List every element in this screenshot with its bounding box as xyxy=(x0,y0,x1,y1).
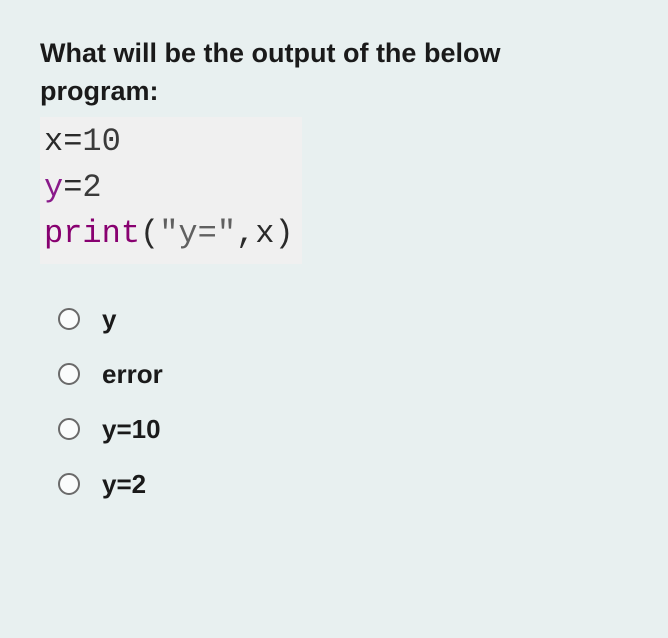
code-token-paren: ( xyxy=(140,215,159,252)
code-token-equals: = xyxy=(63,169,82,206)
code-token-number: 2 xyxy=(82,169,101,206)
code-token-arg: x xyxy=(255,215,274,252)
code-line-3: print("y=",x) xyxy=(44,211,294,257)
option-item[interactable]: error xyxy=(58,359,628,390)
options-list: y error y=10 y=2 xyxy=(40,304,628,500)
question-prompt: What will be the output of the below pro… xyxy=(40,35,628,111)
option-item[interactable]: y=10 xyxy=(58,414,628,445)
code-token-paren: ) xyxy=(274,215,293,252)
code-block: x=10 y=2 print("y=",x) xyxy=(40,117,302,264)
option-item[interactable]: y xyxy=(58,304,628,335)
code-token-var: x xyxy=(44,123,63,160)
code-token-var: y xyxy=(44,169,63,206)
option-label: y=10 xyxy=(102,414,161,445)
code-token-number: 10 xyxy=(82,123,120,160)
code-token-string: "y=" xyxy=(159,215,236,252)
option-label: y xyxy=(102,304,116,335)
radio-icon[interactable] xyxy=(58,308,80,330)
code-line-2: y=2 xyxy=(44,165,294,211)
code-token-comma: , xyxy=(236,215,255,252)
option-label: y=2 xyxy=(102,469,146,500)
radio-icon[interactable] xyxy=(58,363,80,385)
radio-icon[interactable] xyxy=(58,418,80,440)
option-label: error xyxy=(102,359,163,390)
question-line-2: program: xyxy=(40,76,159,106)
code-token-func: print xyxy=(44,215,140,252)
option-item[interactable]: y=2 xyxy=(58,469,628,500)
code-token-equals: = xyxy=(63,123,82,160)
radio-icon[interactable] xyxy=(58,473,80,495)
question-line-1: What will be the output of the below xyxy=(40,38,500,68)
code-line-1: x=10 xyxy=(44,119,294,165)
